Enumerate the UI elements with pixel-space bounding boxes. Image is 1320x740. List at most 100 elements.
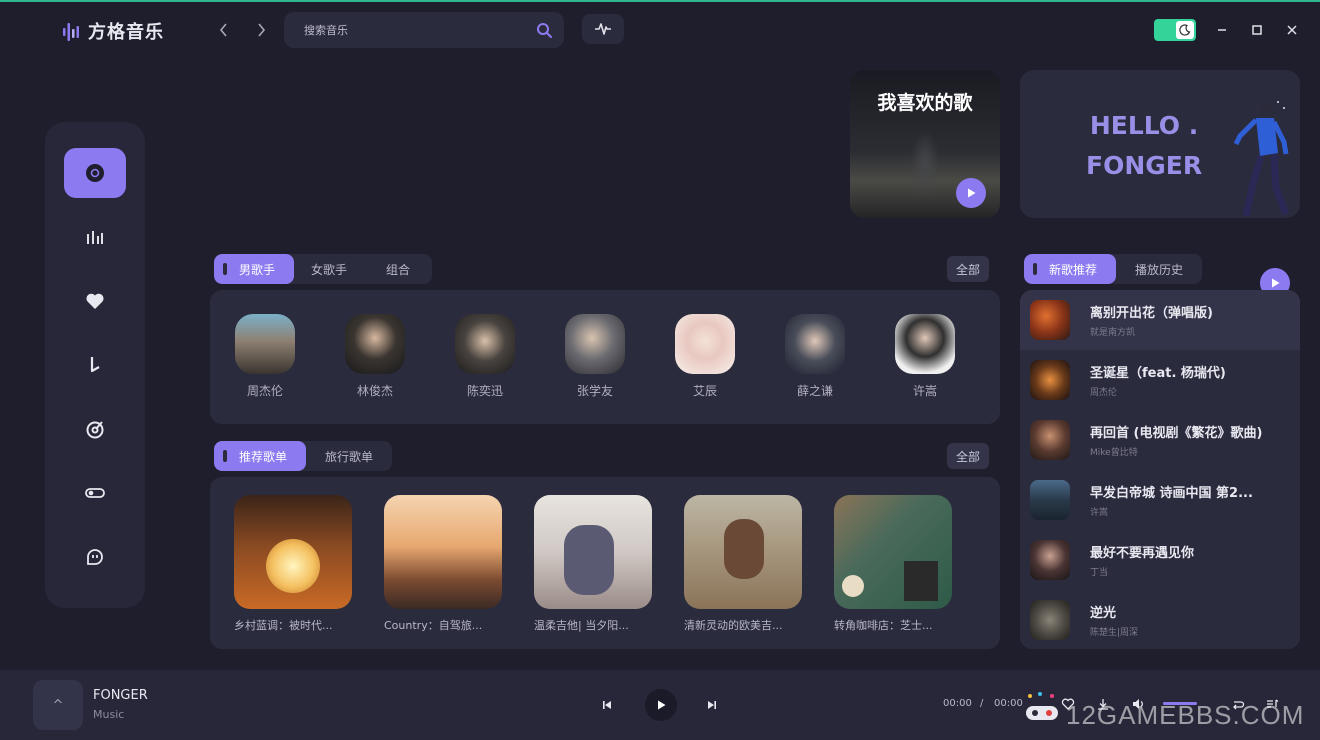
song-cover: [1030, 480, 1070, 520]
favorites-cover-figure: [910, 130, 940, 200]
sound-wave-button[interactable]: [582, 14, 624, 44]
current-time: 00:00: [943, 698, 972, 709]
sidebar-item-music[interactable]: [64, 340, 126, 390]
app-name: 方格音乐: [88, 22, 164, 43]
artist-avatar: [675, 314, 735, 374]
app-logo: 方格音乐: [62, 18, 164, 44]
bar-chart-icon: [87, 231, 103, 244]
playlists-all-button[interactable]: 全部: [947, 443, 989, 469]
artist-name: 周杰伦: [246, 384, 283, 398]
tab-male-singers[interactable]: 男歌手: [214, 254, 294, 284]
tab-recommended-playlists[interactable]: 推荐歌单: [214, 441, 306, 471]
artist-item[interactable]: 薛之谦: [775, 314, 855, 399]
tab-play-history[interactable]: 播放历史: [1116, 254, 1202, 284]
playlist-item[interactable]: Country：自驾旅...: [384, 495, 502, 633]
artist-item[interactable]: 陈奕迅: [445, 314, 525, 399]
artist-avatar: [565, 314, 625, 374]
playlist-item[interactable]: 乡村蓝调：被时代...: [234, 495, 352, 633]
song-row[interactable]: 离别开出花（弹唱版) 就是南方凯: [1020, 290, 1300, 350]
sidebar-item-favorites[interactable]: [64, 276, 126, 326]
minimize-icon[interactable]: [1212, 20, 1232, 40]
artist-item[interactable]: 林俊杰: [335, 314, 415, 399]
playlist-name: Country：自驾旅...: [384, 619, 483, 632]
logo-icon: [63, 23, 79, 41]
playlist-item[interactable]: 清新灵动的欧美吉...: [684, 495, 802, 633]
tab-groups[interactable]: 组合: [364, 254, 432, 284]
hello-card: HELLO . FONGER: [1020, 70, 1300, 218]
song-tabs: 新歌推荐 播放历史: [1024, 254, 1202, 284]
search-bar[interactable]: 搜索音乐: [284, 12, 564, 48]
window-top-accent-line: [0, 0, 1320, 2]
playlist-cover: [234, 495, 352, 609]
hello-line-2: FONGER: [1086, 151, 1203, 180]
time-separator: /: [980, 698, 984, 709]
artist-name: 艾辰: [692, 384, 717, 398]
song-row[interactable]: 再回首 (电视剧《繁花》歌曲) Mike曾比特: [1020, 410, 1300, 470]
song-title: 逆光: [1090, 606, 1117, 621]
song-artist: 就是南方凯: [1090, 328, 1136, 338]
close-icon[interactable]: [1282, 20, 1302, 40]
walking-person-illustration: [1233, 101, 1290, 217]
song-title: 圣诞星（feat. 杨瑞代): [1090, 366, 1226, 381]
song-cover: [1030, 360, 1070, 400]
artist-item[interactable]: 周杰伦: [225, 314, 305, 399]
playlist-item[interactable]: 转角咖啡店：芝士...: [834, 495, 952, 633]
music-note-icon: [90, 357, 100, 373]
playlist-name: 温柔吉他| 当夕阳...: [534, 619, 629, 632]
toggle-icon: [85, 488, 105, 498]
sidebar: [45, 122, 145, 608]
tab-travel-playlists[interactable]: 旅行歌单: [306, 441, 392, 471]
forward-arrow-icon[interactable]: [251, 20, 271, 40]
total-time: 00:00: [994, 698, 1023, 709]
sidebar-item-radar[interactable]: [64, 404, 126, 454]
playlist-tabs: 推荐歌单 旅行歌单: [214, 441, 392, 471]
play-icon: [968, 188, 976, 198]
song-title: 离别开出花（弹唱版): [1090, 306, 1213, 321]
playlist-cover: [384, 495, 502, 609]
search-input[interactable]: 搜索音乐: [304, 22, 536, 38]
artist-avatar: [235, 314, 295, 374]
playlist-item[interactable]: 温柔吉他| 当夕阳...: [534, 495, 652, 633]
next-track-icon[interactable]: [700, 693, 724, 717]
playlist-name: 乡村蓝调：被时代...: [234, 619, 333, 632]
sidebar-item-discover[interactable]: [64, 148, 126, 198]
artist-item[interactable]: 艾辰: [665, 314, 745, 399]
artist-item[interactable]: 许嵩: [885, 314, 965, 399]
artist-name: 张学友: [576, 384, 613, 398]
artist-name: 薛之谦: [796, 384, 833, 398]
player-bar: ^ FONGER Music 00:00 / 00:00 12GAMEBBS.C…: [0, 670, 1320, 740]
song-row[interactable]: 圣诞星（feat. 杨瑞代) 周杰伦: [1020, 350, 1300, 410]
playlist-name: 清新灵动的欧美吉...: [684, 619, 783, 632]
song-artist: 丁当: [1090, 568, 1109, 578]
sidebar-item-feedback[interactable]: [64, 532, 126, 582]
back-arrow-icon[interactable]: [214, 20, 234, 40]
now-playing-subtitle: Music: [93, 708, 125, 721]
artist-avatar: [895, 314, 955, 374]
search-icon[interactable]: [536, 22, 552, 38]
sidebar-item-charts[interactable]: [64, 212, 126, 262]
song-row[interactable]: 最好不要再遇见你 丁当: [1020, 530, 1300, 590]
artist-item[interactable]: 张学友: [555, 314, 635, 399]
song-row[interactable]: 早发白帝城 诗画中国 第2... 许嵩: [1020, 470, 1300, 530]
playlist-name: 转角咖啡店：芝士...: [834, 619, 933, 632]
song-artist: Mike曾比特: [1090, 448, 1138, 458]
target-icon: [86, 421, 104, 439]
now-playing-cover[interactable]: ^: [33, 680, 83, 730]
previous-track-icon[interactable]: [595, 693, 619, 717]
song-title: 最好不要再遇见你: [1090, 546, 1195, 561]
main-play-button[interactable]: [645, 689, 677, 721]
artists-all-button[interactable]: 全部: [947, 256, 989, 282]
song-row[interactable]: 逆光 陈楚生|周深: [1020, 590, 1300, 649]
maximize-icon[interactable]: [1247, 20, 1267, 40]
song-cover: [1030, 600, 1070, 640]
artist-panel: 周杰伦 林俊杰 陈奕迅 张学友 艾辰 薛之谦 许嵩: [210, 290, 1000, 424]
tab-new-songs[interactable]: 新歌推荐: [1024, 254, 1116, 284]
favorites-play-button[interactable]: [956, 178, 986, 208]
artist-tabs: 男歌手 女歌手 组合: [214, 254, 432, 284]
tab-female-singers[interactable]: 女歌手: [294, 254, 364, 284]
favorites-card[interactable]: 我喜欢的歌: [850, 70, 1000, 218]
sidebar-item-settings[interactable]: [64, 468, 126, 518]
artist-avatar: [345, 314, 405, 374]
theme-toggle[interactable]: [1154, 19, 1196, 41]
song-cover: [1030, 420, 1070, 460]
